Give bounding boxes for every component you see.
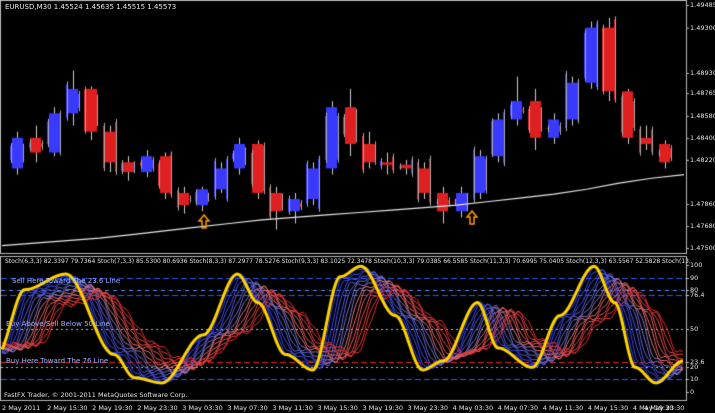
indicator-tick-label: 76.4 <box>690 290 705 299</box>
price-tick-label: 1.48765 <box>690 89 715 98</box>
chart-symbol-label: EURUSD,M30 1.45524 1.45635 1.45515 1.455… <box>5 3 177 11</box>
price-tick-label: 1.49485 <box>690 1 715 9</box>
indicator-tick-label: 0 <box>690 388 695 396</box>
time-tick-label: 3 May 11:30 <box>272 404 313 412</box>
time-tick-label: 3 May 07:30 <box>227 404 268 412</box>
indicator-tick-label: 100 <box>690 261 703 269</box>
time-tick-label: 3 May 19:30 <box>362 404 403 412</box>
note-buy: Buy Here Toward The 76 Line <box>6 357 109 365</box>
indicator-tick-label: 50 <box>690 324 699 333</box>
note-buy-sell-50: Buy Above/Sell Below 50 Line <box>6 320 110 328</box>
price-tick-label: 1.48220 <box>690 155 715 164</box>
note-sell: Sell Here Toward The 23.6 Line <box>12 277 121 285</box>
price-tick-label: 1.49300 <box>690 23 715 32</box>
time-tick-label: 3 May 15:30 <box>317 404 358 412</box>
time-tick-label: 4 May 11:30 <box>542 404 584 412</box>
trading-chart-canvas[interactable] <box>0 0 715 413</box>
time-tick-label: 2 May 19:30 <box>92 404 133 412</box>
indicator-header: Stoch(6,3,3) 82.3397 79.7364 Stoch(7,3,3… <box>5 258 690 265</box>
price-tick-label: 1.47500 <box>690 244 715 252</box>
time-tick-label: 4 May 15:30 <box>587 404 629 412</box>
time-tick-label: 4 May 07:30 <box>497 404 539 412</box>
footer-copyright: FastFX Trader, © 2001-2011 MetaQuotes So… <box>4 391 188 399</box>
time-tick-label: 2 May 15:30 <box>47 404 88 412</box>
time-tick-label: 3 May 03:30 <box>182 404 223 412</box>
time-tick-label: 4 May 23:30 <box>644 404 685 412</box>
price-tick-label: 1.48930 <box>690 68 715 77</box>
time-tick-label: 4 May 03:30 <box>452 404 494 412</box>
time-tick-label: 2 May 23:30 <box>137 404 178 412</box>
indicator-tick-label: 20 <box>690 362 699 371</box>
price-tick-label: 1.48400 <box>690 133 715 142</box>
price-tick-label: 1.47680 <box>690 221 715 230</box>
price-tick-label: 1.47860 <box>690 199 715 208</box>
time-tick-label: 3 May 23:30 <box>407 404 449 412</box>
indicator-tick-label: 90 <box>690 273 699 282</box>
time-tick-label: 2 May 2011 <box>2 404 41 412</box>
price-tick-label: 1.48580 <box>690 111 715 120</box>
indicator-tick-label: 10 <box>690 375 699 384</box>
